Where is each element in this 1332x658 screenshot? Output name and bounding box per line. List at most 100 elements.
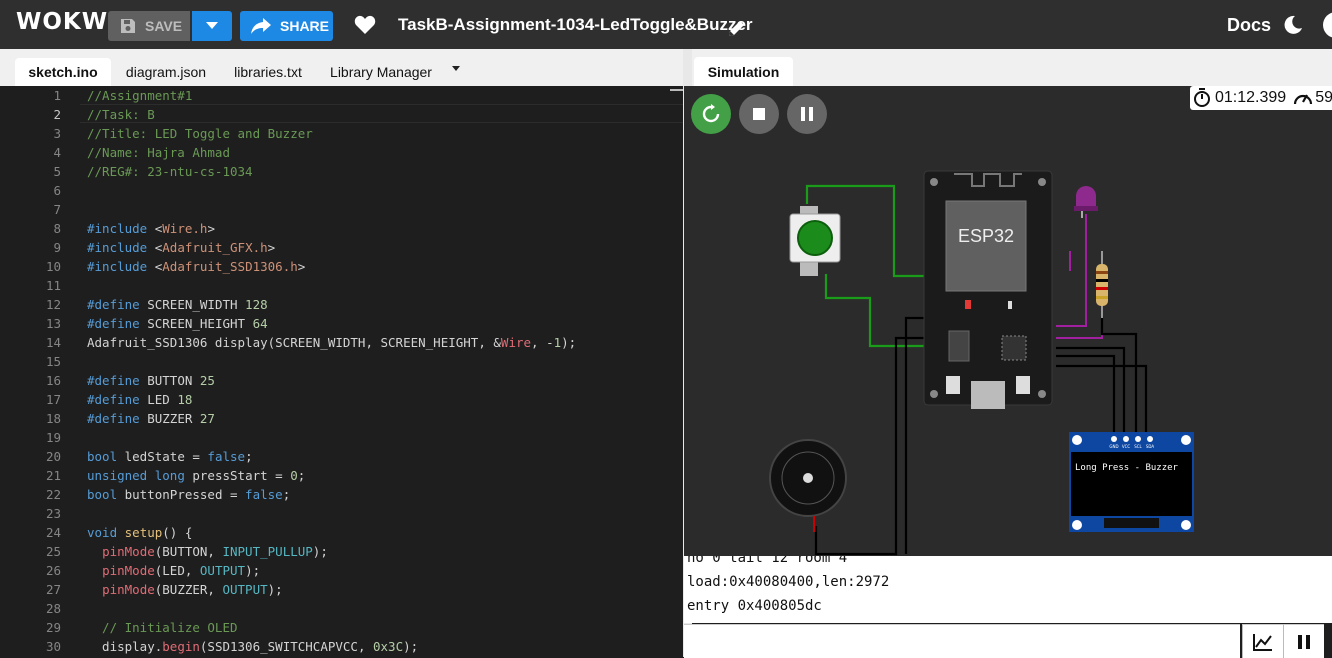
- save-button[interactable]: SAVE: [108, 11, 190, 41]
- code-line[interactable]: 1 //Assignment#1: [0, 86, 683, 105]
- code-editor[interactable]: 1 //Assignment#1 2 //Task: B 3 //Title: LED T…: [0, 86, 683, 657]
- tab-libraries-txt[interactable]: libraries.txt: [224, 58, 312, 86]
- floppy-icon: [121, 19, 135, 33]
- line-number: 25: [45, 544, 61, 559]
- code-line[interactable]: 2 //Task: B: [0, 105, 683, 124]
- code-line[interactable]: 27 pinMode(BUZZER, OUTPUT);: [0, 580, 683, 599]
- line-number: 30: [45, 639, 61, 654]
- code-line[interactable]: 8 #include <Wire.h>: [0, 219, 683, 238]
- svg-text:SCL: SCL: [1134, 444, 1142, 449]
- code-line[interactable]: 6: [0, 181, 683, 200]
- code-line[interactable]: 24 void setup() {: [0, 523, 683, 542]
- line-number: 16: [45, 373, 61, 388]
- code-line[interactable]: 14 Adafruit_SSD1306 display(SCREEN_WIDTH,…: [0, 333, 683, 352]
- chevron-down-icon: [206, 22, 218, 29]
- serial-plotter-button[interactable]: [1242, 624, 1283, 658]
- code-line[interactable]: 15: [0, 352, 683, 371]
- code-line[interactable]: 13 #define SCREEN_HEIGHT 64: [0, 314, 683, 333]
- line-number: 27: [45, 582, 61, 597]
- code-line[interactable]: 29 // Initialize OLED: [0, 618, 683, 637]
- docs-link[interactable]: Docs: [1227, 15, 1271, 36]
- code-line[interactable]: 25 pinMode(BUTTON, INPUT_PULLUP);: [0, 542, 683, 561]
- line-number: 7: [53, 202, 61, 217]
- buzzer[interactable]: [769, 439, 847, 532]
- code-line[interactable]: 10 #include <Adafruit_SSD1306.h>: [0, 257, 683, 276]
- code-text: //Task: B: [87, 107, 155, 122]
- code-line[interactable]: 12 #define SCREEN_WIDTH 128: [0, 295, 683, 314]
- code-text: //Assignment#1: [87, 88, 193, 103]
- code-line[interactable]: 21 unsigned long pressStart = 0;: [0, 466, 683, 485]
- button-gnd-wire: [824, 274, 926, 348]
- code-text: //REG#: 23-ntu-cs-1034: [87, 164, 253, 179]
- pencil-icon[interactable]: [728, 19, 746, 37]
- code-line[interactable]: 5 //REG#: 23-ntu-cs-1034: [0, 162, 683, 181]
- resistor[interactable]: [1096, 251, 1108, 318]
- code-line[interactable]: 17 #define LED 18: [0, 390, 683, 409]
- line-number: 2: [53, 107, 61, 122]
- line-number: 15: [45, 354, 61, 369]
- line-number: 1: [53, 88, 61, 103]
- share-arrow-icon: [251, 18, 271, 34]
- code-line[interactable]: 9 #include <Adafruit_GFX.h>: [0, 238, 683, 257]
- code-text: Adafruit_SSD1306 display(SCREEN_WIDTH, S…: [87, 335, 577, 350]
- line-number: 6: [53, 183, 61, 198]
- code-line[interactable]: 16 #define BUTTON 25: [0, 371, 683, 390]
- line-number: 23: [45, 506, 61, 521]
- tab-diagram-json[interactable]: diagram.json: [118, 58, 214, 86]
- top-bar: WOKWi SAVE SHARE TaskB-Assignment-1034-L…: [0, 0, 1332, 49]
- esp32-label: ESP32: [958, 226, 1014, 246]
- code-line[interactable]: 4 //Name: Hajra Ahmad: [0, 143, 683, 162]
- code-line[interactable]: 19: [0, 428, 683, 447]
- simulation-tabs: Simulation: [692, 49, 1332, 86]
- code-text: //Name: Hajra Ahmad: [87, 145, 230, 160]
- simulation-canvas[interactable]: 01:12.399 59 ESP32 GND VCC SCL SDA Long …: [684, 86, 1332, 556]
- code-text: #define BUTTON 25: [87, 373, 215, 388]
- serial-pause-button[interactable]: [1283, 624, 1324, 658]
- tab-sketch-ino[interactable]: sketch.ino: [15, 58, 111, 86]
- line-number: 28: [45, 601, 61, 616]
- svg-text:GND: GND: [1109, 444, 1118, 449]
- code-line[interactable]: 28: [0, 599, 683, 618]
- moon-icon[interactable]: [1283, 15, 1303, 35]
- code-line[interactable]: 26 pinMode(LED, OUTPUT);: [0, 561, 683, 580]
- save-label: SAVE: [145, 18, 183, 34]
- share-button[interactable]: SHARE: [240, 11, 333, 41]
- code-text: #include <Adafruit_SSD1306.h>: [87, 259, 306, 274]
- tab-simulation[interactable]: Simulation: [694, 57, 793, 86]
- serial-monitor: ho 0 tail 12 room 4 load:0x40080400,len:…: [684, 556, 1332, 623]
- code-line[interactable]: 18 #define BUZZER 27: [0, 409, 683, 428]
- code-line[interactable]: 3 //Title: LED Toggle and Buzzer: [0, 124, 683, 143]
- serial-input[interactable]: [684, 624, 1240, 658]
- line-number: 11: [45, 278, 61, 293]
- editor-tabs: sketch.ino diagram.json libraries.txt Li…: [0, 49, 683, 87]
- code-text: #define SCREEN_WIDTH 128: [87, 297, 268, 312]
- wokwi-logo[interactable]: WOKWi: [16, 9, 117, 35]
- line-number: 18: [45, 411, 61, 426]
- save-dropdown-button[interactable]: [192, 11, 232, 41]
- line-number: 4: [53, 145, 61, 160]
- circuit-diagram: ESP32 GND VCC SCL SDA Long Press - Buzze…: [769, 170, 1194, 556]
- heart-icon[interactable]: [354, 15, 376, 35]
- line-number: 19: [45, 430, 61, 445]
- push-button[interactable]: [789, 206, 841, 276]
- oled-display[interactable]: GND VCC SCL SDA Long Press - Buzzer: [1069, 432, 1194, 532]
- esp32-board[interactable]: ESP32: [923, 170, 1053, 409]
- avatar[interactable]: [1323, 12, 1332, 38]
- code-line[interactable]: 22 bool buttonPressed = false;: [0, 485, 683, 504]
- code-line[interactable]: 23: [0, 504, 683, 523]
- code-line[interactable]: 20 bool ledState = false;: [0, 447, 683, 466]
- code-text: // Initialize OLED: [87, 620, 238, 635]
- code-line[interactable]: 30 display.begin(SSD1306_SWITCHCAPVCC, 0…: [0, 637, 683, 656]
- code-line[interactable]: 7: [0, 200, 683, 219]
- code-line[interactable]: 11: [0, 276, 683, 295]
- led[interactable]: [1074, 186, 1098, 218]
- code-text: bool buttonPressed = false;: [87, 487, 291, 502]
- tabs-menu-chevron-icon[interactable]: [452, 66, 460, 71]
- tab-library-manager[interactable]: Library Manager: [324, 58, 438, 86]
- line-number: 10: [45, 259, 61, 274]
- line-number: 17: [45, 392, 61, 407]
- code-text: #define SCREEN_HEIGHT 64: [87, 316, 268, 331]
- project-title[interactable]: TaskB-Assignment-1034-LedToggle&Buzzer: [398, 15, 753, 35]
- line-number: 14: [45, 335, 61, 350]
- line-number: 12: [45, 297, 61, 312]
